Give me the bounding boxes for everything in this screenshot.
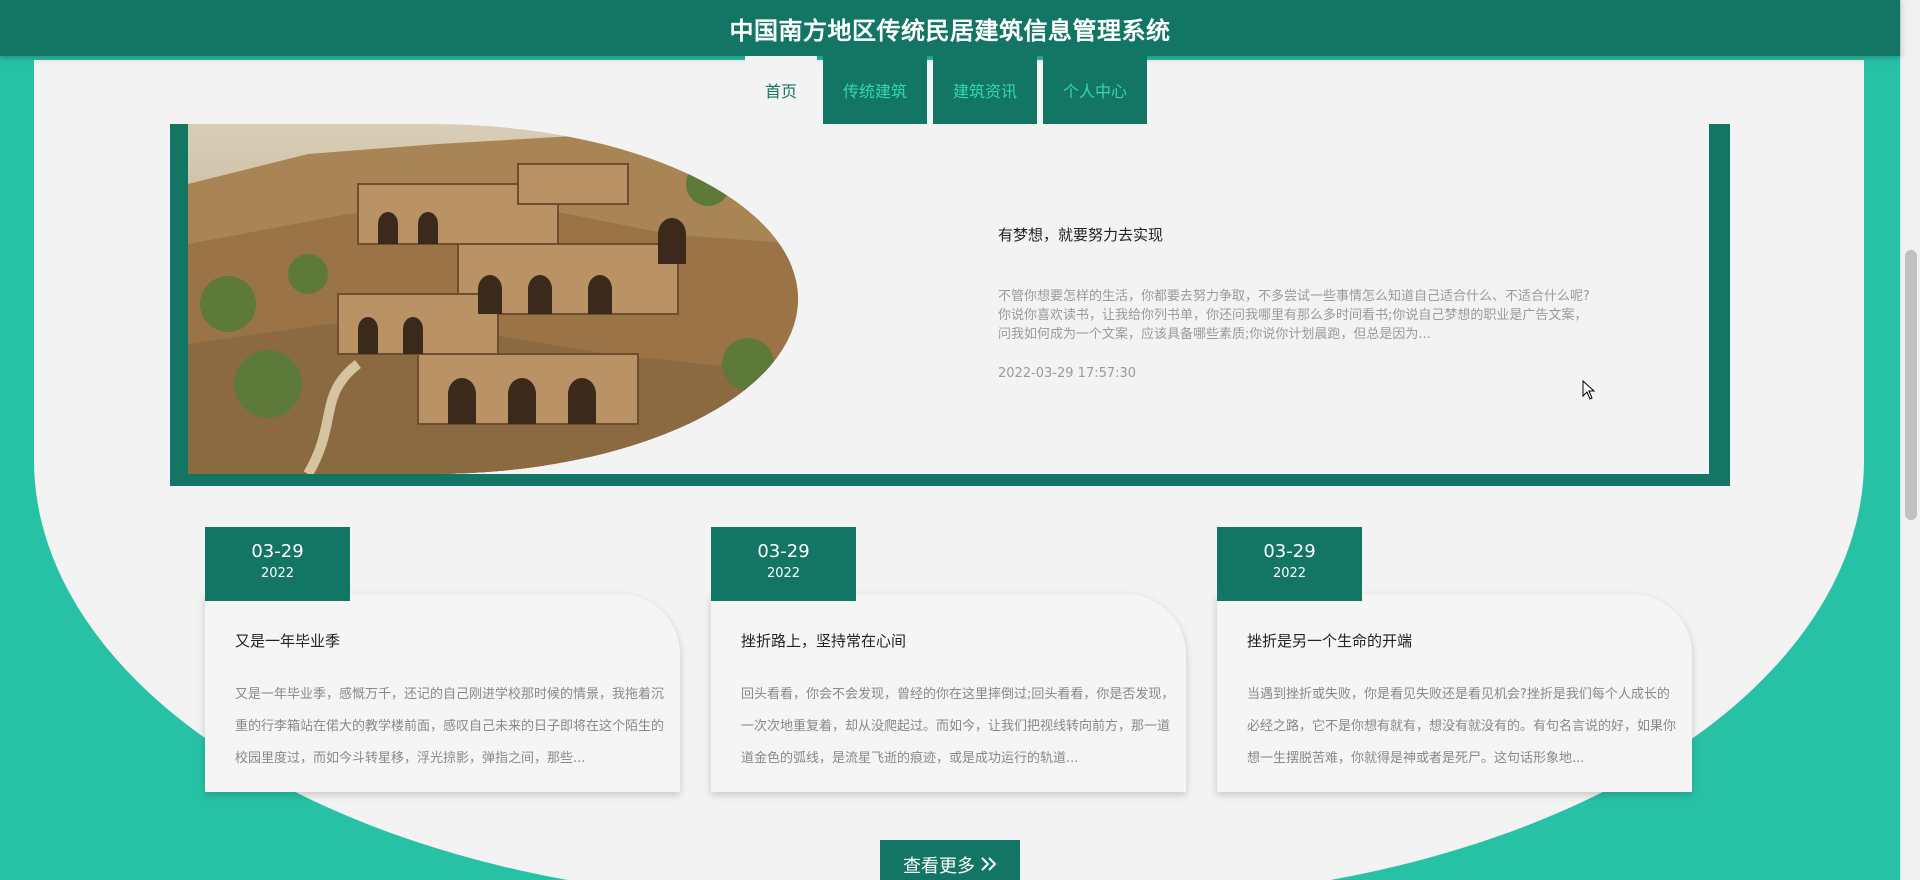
news-card-description: 当遇到挫折或失败，你是看见失败还是看见机会?挫折是我们每个人成长的必经之路，它不… xyxy=(1247,687,1677,766)
news-card-date-badge: 03-29 2022 xyxy=(205,527,350,601)
news-card-body: 挫折是另一个生命的开端 当遇到挫折或失败，你是看见失败还是看见机会?挫折是我们每… xyxy=(1217,594,1692,792)
news-card-title[interactable]: 挫折路上，坚持常在心间 xyxy=(741,630,1176,651)
news-card-year: 2022 xyxy=(1272,566,1307,581)
news-card-list: 03-29 2022 又是一年毕业季 又是一年毕业季，感慨万千，还记的自己刚进学… xyxy=(205,527,1695,797)
page: 中国南方地区传统民居建筑信息管理系统 首页 传统建筑 建筑资讯 个人中心 有梦想… xyxy=(0,0,1920,880)
news-card-month-day: 03-29 xyxy=(251,541,304,562)
nav-tab-traditional-buildings-label: 传统建筑 xyxy=(843,82,908,101)
featured-article-image[interactable] xyxy=(188,124,798,474)
nav-tab-building-news[interactable]: 建筑资讯 xyxy=(933,56,1038,124)
nav-tab-traditional-buildings[interactable]: 传统建筑 xyxy=(823,56,928,124)
news-card-body: 又是一年毕业季 又是一年毕业季，感慨万千，还记的自己刚进学校那时候的情景，我拖着… xyxy=(205,594,680,792)
double-chevron-right-icon xyxy=(981,855,997,876)
news-card-month-day: 03-29 xyxy=(1263,541,1316,562)
nav-tab-home-label: 首页 xyxy=(765,82,798,101)
featured-article-inner: 有梦想，就要努力去实现 不管你想要怎样的生活，你都要去努力争取，不多尝试一些事情… xyxy=(188,124,1709,474)
featured-article-description: 不管你想要怎样的生活，你都要去努力争取，不多尝试一些事情怎么知道自己适合什么、不… xyxy=(998,289,1590,342)
news-card-date-badge: 03-29 2022 xyxy=(711,527,856,601)
news-card-body: 挫折路上，坚持常在心间 回头看看，你会不会发现，曾经的你在这里摔倒过;回头看看，… xyxy=(711,594,1186,792)
nav-tab-home[interactable]: 首页 xyxy=(745,56,818,124)
vertical-scrollbar[interactable] xyxy=(1900,0,1920,880)
news-card-date-badge: 03-29 2022 xyxy=(1217,527,1362,601)
news-card[interactable]: 03-29 2022 又是一年毕业季 又是一年毕业季，感慨万千，还记的自己刚进学… xyxy=(205,527,680,792)
main-nav: 首页 传统建筑 建筑资讯 个人中心 xyxy=(745,56,1148,124)
view-more-button[interactable]: 查看更多 xyxy=(880,840,1020,880)
nav-tab-personal-center[interactable]: 个人中心 xyxy=(1043,56,1148,124)
view-more-label: 查看更多 xyxy=(903,856,975,877)
news-card-description: 回头看看，你会不会发现，曾经的你在这里摔倒过;回头看看，你是否发现，一次次地重复… xyxy=(741,687,1175,766)
nav-tab-building-news-label: 建筑资讯 xyxy=(953,82,1018,101)
news-card[interactable]: 03-29 2022 挫折是另一个生命的开端 当遇到挫折或失败，你是看见失败还是… xyxy=(1217,527,1692,792)
news-card-year: 2022 xyxy=(260,566,295,581)
news-card-title[interactable]: 挫折是另一个生命的开端 xyxy=(1247,630,1682,651)
mouse-cursor-icon xyxy=(1582,379,1596,400)
scrollbar-thumb[interactable] xyxy=(1905,250,1917,520)
app-title: 中国南方地区传统民居建筑信息管理系统 xyxy=(729,16,1171,45)
header: 中国南方地区传统民居建筑信息管理系统 xyxy=(0,0,1900,56)
news-card-description: 又是一年毕业季，感慨万千，还记的自己刚进学校那时候的情景，我拖着沉重的行李箱站在… xyxy=(235,687,665,766)
featured-article[interactable]: 有梦想，就要努力去实现 不管你想要怎样的生活，你都要去努力争取，不多尝试一些事情… xyxy=(170,124,1730,486)
news-card[interactable]: 03-29 2022 挫折路上，坚持常在心间 回头看看，你会不会发现，曾经的你在… xyxy=(711,527,1186,792)
news-card-title[interactable]: 又是一年毕业季 xyxy=(235,630,670,651)
nav-tab-personal-center-label: 个人中心 xyxy=(1063,82,1128,101)
news-card-year: 2022 xyxy=(766,566,801,581)
featured-article-date: 2022-03-29 17:57:30 xyxy=(998,366,1137,381)
featured-article-text: 有梦想，就要努力去实现 不管你想要怎样的生活，你都要去努力争取，不多尝试一些事情… xyxy=(998,224,1598,381)
news-card-month-day: 03-29 xyxy=(757,541,810,562)
featured-article-title[interactable]: 有梦想，就要努力去实现 xyxy=(998,224,1598,245)
